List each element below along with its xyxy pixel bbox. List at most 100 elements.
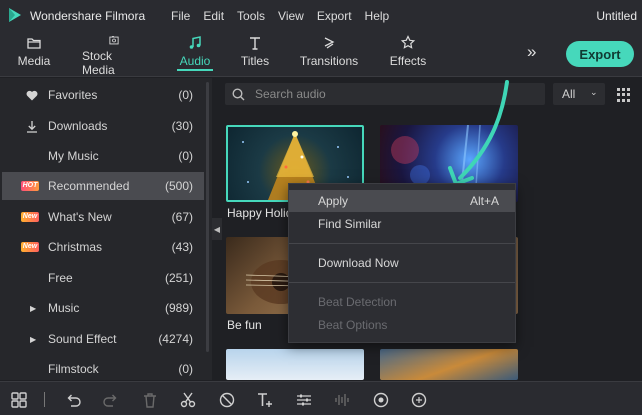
context-menu-download-now[interactable]: Download Now: [289, 252, 515, 274]
sidebar-item-label: Favorites: [48, 88, 98, 102]
menu-item-shortcut: Alt+A: [469, 194, 499, 208]
sidebar-item-label: Free: [48, 271, 73, 285]
sidebar-item-count: (0): [178, 149, 193, 163]
sidebar-item-recommended[interactable]: HOT Recommended (500): [2, 172, 204, 200]
sidebar-item-label: Sound Effect: [48, 332, 117, 346]
speed-icon[interactable]: [218, 391, 236, 409]
menu-edit[interactable]: Edit: [203, 9, 224, 23]
effects-icon: [400, 35, 416, 49]
tab-label: Effects: [389, 54, 427, 68]
menu-item-label: Apply: [318, 194, 349, 208]
document-title: Untitled: [596, 9, 637, 23]
transition-icon: [324, 37, 335, 49]
more-tabs-button[interactable]: »: [527, 42, 537, 62]
thumbnail-label: Be fun: [227, 318, 262, 332]
menu-view[interactable]: View: [278, 9, 304, 23]
context-menu-find-similar[interactable]: Find Similar: [289, 213, 515, 235]
sidebar-item-favorites[interactable]: Favorites (0): [2, 81, 204, 109]
filter-value: All: [562, 87, 576, 101]
menu-item-label: Find Similar: [318, 217, 382, 231]
folder-icon: [27, 38, 41, 49]
image-icon: [109, 36, 119, 45]
menu-tools[interactable]: Tools: [237, 9, 265, 23]
menu-item-label: Beat Detection: [318, 295, 397, 309]
search-icon: [232, 88, 245, 101]
adjust-icon[interactable]: [295, 391, 313, 409]
sidebar-scrollbar[interactable]: [206, 82, 209, 352]
context-menu-beat-options: Beat Options: [289, 314, 515, 336]
sidebar-item-count: (500): [164, 179, 193, 193]
tab-label: Media: [17, 54, 51, 68]
sidebar-item-christmas[interactable]: New Christmas (43): [2, 233, 204, 261]
audio-category-sidebar: Favorites (0) Downloads (30) My Music (0…: [0, 78, 212, 380]
tab-transitions[interactable]: Transitions: [300, 30, 358, 77]
download-icon: [24, 120, 40, 133]
sidebar-item-label: My Music: [48, 149, 99, 163]
sidebar-item-filmstock[interactable]: Filmstock (0): [2, 355, 204, 383]
cut-icon[interactable]: [179, 391, 197, 409]
timeline-toolbar: [0, 381, 642, 415]
main-toolbar: Media Stock Media Audio Titles Transitio…: [0, 30, 642, 77]
sidebar-item-label: What's New: [48, 210, 112, 224]
sidebar-item-whats-new[interactable]: New What's New (67): [2, 203, 204, 231]
redo-icon[interactable]: [102, 391, 120, 409]
menu-export[interactable]: Export: [317, 9, 352, 23]
undo-icon[interactable]: [64, 391, 82, 409]
sidebar-item-label: Recommended: [48, 179, 130, 193]
audio-thumbnail-lake[interactable]: [380, 349, 518, 380]
tab-stock-media[interactable]: Stock Media: [82, 30, 146, 77]
thumbnail-label: Happy Holid: [227, 206, 293, 220]
heart-icon: [24, 90, 40, 101]
sidebar-item-downloads[interactable]: Downloads (30): [2, 112, 204, 140]
menu-file[interactable]: File: [171, 9, 190, 23]
expand-arrow-icon[interactable]: ▶: [30, 304, 36, 313]
sidebar-item-label: Christmas: [48, 240, 103, 254]
tab-label: Audio: [179, 54, 211, 68]
expand-arrow-icon[interactable]: ▶: [30, 335, 36, 344]
menu-item-label: Download Now: [318, 256, 399, 270]
new-badge: New: [20, 242, 40, 252]
sidebar-item-sound-effect[interactable]: ▶ Sound Effect (4274): [2, 325, 204, 353]
tab-label: Stock Media: [82, 49, 115, 77]
sidebar-item-count: (30): [171, 119, 193, 133]
sidebar-item-count: (4274): [158, 332, 193, 346]
menu-divider: [289, 243, 515, 244]
color-icon[interactable]: [372, 391, 390, 409]
sidebar-item-count: (43): [171, 240, 193, 254]
grid-view-icon[interactable]: [617, 88, 631, 102]
sidebar-item-music[interactable]: ▶ Music (989): [2, 294, 204, 322]
active-tab-indicator: [177, 69, 213, 71]
sidebar-item-my-music[interactable]: My Music (0): [2, 142, 204, 170]
sidebar-item-label: Filmstock: [48, 362, 99, 376]
app-name: Wondershare Filmora: [30, 9, 146, 23]
sidebar-item-label: Downloads: [48, 119, 108, 133]
tab-audio[interactable]: Audio: [177, 30, 213, 77]
menu-help[interactable]: Help: [365, 9, 390, 23]
layout-icon[interactable]: [10, 391, 28, 409]
context-menu: Apply Alt+A Find Similar Download Now Be…: [288, 183, 516, 343]
tab-titles[interactable]: Titles: [240, 30, 270, 77]
sidebar-item-count: (67): [171, 210, 193, 224]
delete-icon[interactable]: [141, 391, 159, 409]
hot-badge: HOT: [20, 181, 40, 191]
filmora-logo-icon: [9, 8, 21, 22]
sidebar-item-label: Music: [48, 301, 80, 315]
toolbar-divider: [44, 392, 45, 407]
filter-dropdown[interactable]: All ⌄: [553, 83, 605, 105]
menu-bar: File Edit Tools View Export Help: [171, 9, 402, 23]
annotation-arrow: [448, 80, 509, 186]
tab-label: Titles: [240, 54, 270, 68]
export-button[interactable]: Export: [566, 41, 634, 67]
audio-thumbnail-sky[interactable]: [226, 349, 364, 380]
tab-effects[interactable]: Effects: [389, 30, 427, 77]
record-icon[interactable]: [410, 391, 428, 409]
sidebar-item-free[interactable]: Free (251): [2, 264, 204, 292]
audio-waveform-icon[interactable]: [333, 391, 351, 409]
text-icon: [250, 37, 260, 50]
tab-media[interactable]: Media: [17, 30, 51, 77]
collapse-sidebar-button[interactable]: ◀: [212, 218, 222, 240]
sidebar-item-count: (251): [164, 271, 193, 285]
chevron-down-icon: ⌄: [590, 87, 598, 97]
add-text-icon[interactable]: [256, 391, 274, 409]
context-menu-apply[interactable]: Apply Alt+A: [289, 190, 515, 212]
